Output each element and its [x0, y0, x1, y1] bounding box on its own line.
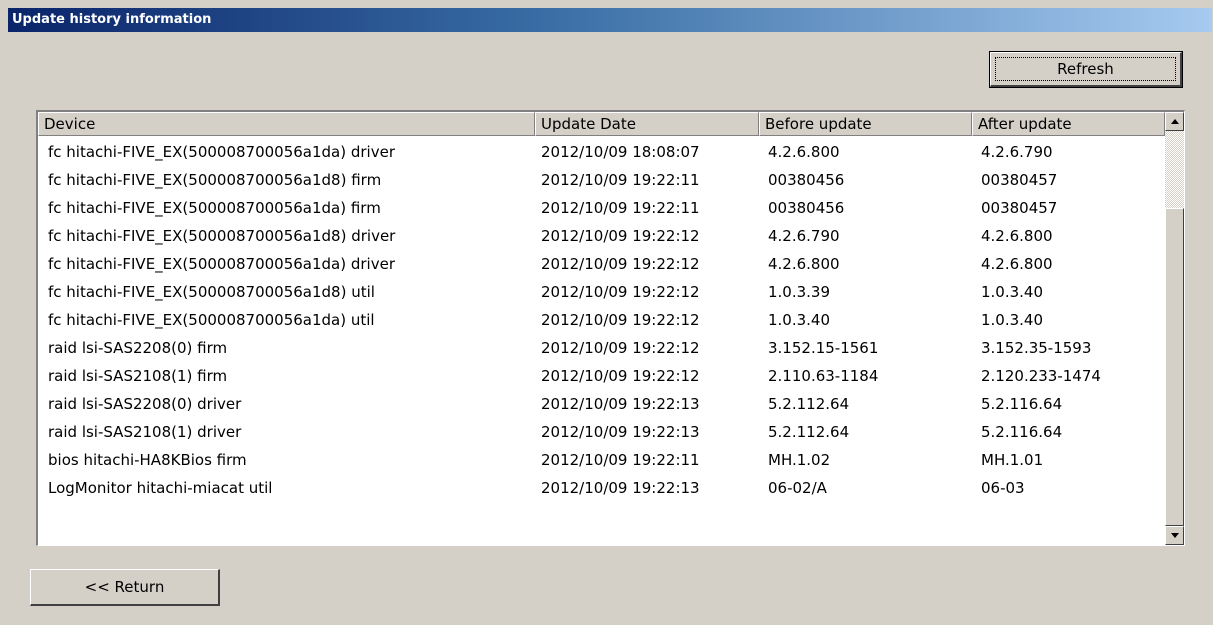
return-button[interactable]: << Return [30, 569, 220, 606]
list-header: Device Update Date Before update After u… [38, 112, 1165, 136]
table-row[interactable]: LogMonitor hitachi-miacat util 2012/10/09… [38, 474, 1165, 502]
cell-after-update: 5.2.116.64 [981, 423, 1063, 441]
cell-device: fc hitachi-FIVE_EX(500008700056a1d8) uti… [48, 283, 375, 301]
cell-before-update: MH.1.02 [768, 451, 831, 469]
cell-after-update: 1.0.3.40 [981, 283, 1044, 301]
cell-update-date: 2012/10/09 19:22:11 [541, 199, 700, 217]
cell-after-update: 00380457 [981, 199, 1058, 217]
refresh-button[interactable]: Refresh [989, 51, 1183, 88]
cell-device: fc hitachi-FIVE_EX(500008700056a1d8) fir… [48, 171, 382, 189]
cell-device: fc hitachi-FIVE_EX(500008700056a1da) dri… [48, 143, 395, 161]
table-row[interactable]: raid lsi-SAS2108(1) firm 2012/10/09 19:22… [38, 362, 1165, 390]
cell-before-update: 00380456 [768, 199, 845, 217]
cell-before-update: 00380456 [768, 171, 845, 189]
cell-after-update: 4.2.6.800 [981, 255, 1053, 273]
window-title: Update history information [8, 8, 1212, 32]
cell-after-update: 5.2.116.64 [981, 395, 1063, 413]
scroll-up-button[interactable] [1165, 112, 1184, 131]
table-row[interactable]: fc hitachi-FIVE_EX(500008700056a1da) dri… [38, 250, 1165, 278]
cell-after-update: 06-03 [981, 479, 1025, 497]
cell-device: raid lsi-SAS2108(1) firm [48, 367, 228, 385]
cell-update-date: 2012/10/09 19:22:12 [541, 311, 700, 329]
cell-update-date: 2012/10/09 19:22:11 [541, 171, 700, 189]
update-history-window: Update history information Refresh Devic… [8, 8, 1212, 625]
return-button-label: << Return [84, 578, 165, 596]
cell-device: raid lsi-SAS2208(0) firm [48, 339, 228, 357]
vertical-scrollbar[interactable] [1165, 112, 1184, 545]
list-rows: fc hitachi-FIVE_EX(500008700056a1da) dri… [38, 138, 1165, 502]
table-row[interactable]: fc hitachi-FIVE_EX(500008700056a1d8) dri… [38, 222, 1165, 250]
scrollbar-thumb[interactable] [1165, 208, 1184, 526]
cell-device: raid lsi-SAS2108(1) driver [48, 423, 242, 441]
cell-before-update: 2.110.63-1184 [768, 367, 879, 385]
cell-after-update: 4.2.6.790 [981, 143, 1053, 161]
table-row[interactable]: raid lsi-SAS2208(0) driver 2012/10/09 19:… [38, 390, 1165, 418]
cell-before-update: 06-02/A [768, 479, 827, 497]
cell-device: raid lsi-SAS2208(0) driver [48, 395, 242, 413]
cell-device: fc hitachi-FIVE_EX(500008700056a1da) fir… [48, 199, 381, 217]
cell-update-date: 2012/10/09 19:22:13 [541, 479, 700, 497]
table-row[interactable]: fc hitachi-FIVE_EX(500008700056a1da) uti… [38, 306, 1165, 334]
cell-after-update: 3.152.35-1593 [981, 339, 1092, 357]
cell-device: bios hitachi-HA8KBios firm [48, 451, 247, 469]
list-content: Device Update Date Before update After u… [38, 112, 1165, 545]
table-row[interactable]: fc hitachi-FIVE_EX(500008700056a1d8) fir… [38, 166, 1165, 194]
cell-device: fc hitachi-FIVE_EX(500008700056a1da) uti… [48, 311, 375, 329]
cell-after-update: 00380457 [981, 171, 1058, 189]
cell-update-date: 2012/10/09 19:22:12 [541, 283, 700, 301]
cell-device: fc hitachi-FIVE_EX(500008700056a1da) dri… [48, 255, 395, 273]
cell-before-update: 4.2.6.790 [768, 227, 840, 245]
table-row[interactable]: raid lsi-SAS2208(0) firm 2012/10/09 19:22… [38, 334, 1165, 362]
column-header-after-update[interactable]: After update [972, 112, 1165, 136]
cell-after-update: MH.1.01 [981, 451, 1044, 469]
cell-device: LogMonitor hitachi-miacat util [48, 479, 273, 497]
scroll-down-button[interactable] [1165, 526, 1184, 545]
cell-before-update: 1.0.3.40 [768, 311, 831, 329]
arrow-up-icon [1170, 119, 1179, 124]
cell-update-date: 2012/10/09 19:22:12 [541, 367, 700, 385]
column-header-update-date[interactable]: Update Date [535, 112, 759, 136]
table-row[interactable]: fc hitachi-FIVE_EX(500008700056a1da) dri… [38, 138, 1165, 166]
cell-after-update: 4.2.6.800 [981, 227, 1053, 245]
cell-update-date: 2012/10/09 19:22:13 [541, 423, 700, 441]
cell-device: fc hitachi-FIVE_EX(500008700056a1d8) dri… [48, 227, 396, 245]
cell-before-update: 1.0.3.39 [768, 283, 831, 301]
cell-before-update: 4.2.6.800 [768, 255, 840, 273]
table-row[interactable]: raid lsi-SAS2108(1) driver 2012/10/09 19:… [38, 418, 1165, 446]
cell-before-update: 5.2.112.64 [768, 395, 850, 413]
refresh-button-label: Refresh [1057, 60, 1114, 78]
cell-after-update: 1.0.3.40 [981, 311, 1044, 329]
cell-update-date: 2012/10/09 19:22:13 [541, 395, 700, 413]
cell-after-update: 2.120.233-1474 [981, 367, 1101, 385]
cell-update-date: 2012/10/09 19:22:11 [541, 451, 700, 469]
table-row[interactable]: bios hitachi-HA8KBios firm 2012/10/09 19:… [38, 446, 1165, 474]
update-history-list[interactable]: Device Update Date Before update After u… [36, 110, 1185, 546]
cell-update-date: 2012/10/09 18:08:07 [541, 143, 700, 161]
cell-before-update: 3.152.15-1561 [768, 339, 879, 357]
cell-update-date: 2012/10/09 19:22:12 [541, 227, 700, 245]
cell-update-date: 2012/10/09 19:22:12 [541, 255, 700, 273]
table-row[interactable]: fc hitachi-FIVE_EX(500008700056a1d8) uti… [38, 278, 1165, 306]
column-header-before-update[interactable]: Before update [759, 112, 972, 136]
cell-before-update: 4.2.6.800 [768, 143, 840, 161]
arrow-down-icon [1170, 533, 1179, 538]
cell-update-date: 2012/10/09 19:22:12 [541, 339, 700, 357]
cell-before-update: 5.2.112.64 [768, 423, 850, 441]
column-header-device[interactable]: Device [38, 112, 535, 136]
table-row[interactable]: fc hitachi-FIVE_EX(500008700056a1da) fir… [38, 194, 1165, 222]
